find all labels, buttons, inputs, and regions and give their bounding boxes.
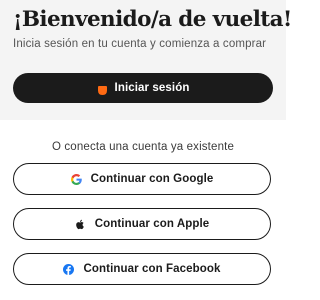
facebook-icon: [63, 263, 75, 275]
apple-icon: [75, 219, 86, 230]
login-button[interactable]: Iniciar sesión: [13, 73, 273, 103]
social-divider-text: O conecta una cuenta ya existente: [51, 141, 235, 153]
apple-button-label: Continuar con Apple: [94, 218, 210, 230]
continue-with-google-button[interactable]: Continuar con Google: [13, 163, 271, 195]
facebook-button-label: Continuar con Facebook: [83, 263, 221, 275]
google-icon: [70, 173, 82, 185]
welcome-panel: ¡Bienvenido/a de vuelta! Inicia sesión e…: [0, 0, 292, 120]
page-subtitle: Inicia sesión en tu cuenta y comienza a …: [13, 38, 267, 50]
login-button-label: Iniciar sesión: [114, 82, 190, 94]
continue-with-apple-button[interactable]: Continuar con Apple: [13, 208, 271, 240]
continue-with-facebook-button[interactable]: Continuar con Facebook: [13, 253, 271, 285]
google-button-label: Continuar con Google: [90, 173, 214, 185]
brand-logo-icon: [97, 83, 108, 95]
page-title: ¡Bienvenido/a de vuelta!: [13, 7, 292, 32]
